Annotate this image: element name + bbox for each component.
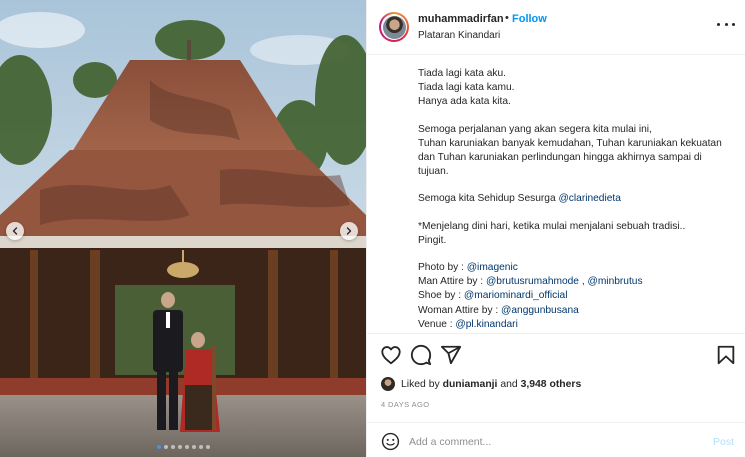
comment-input[interactable]: [409, 432, 689, 451]
likes-prefix: Liked by: [401, 378, 440, 390]
chevron-right-icon: [346, 227, 352, 235]
carousel-dot: [205, 445, 210, 449]
chevron-left-icon: [12, 227, 18, 235]
comment-bar: Post: [367, 422, 745, 457]
carousel-dot: [198, 445, 203, 449]
likes-count-link[interactable]: 3,948 others: [521, 379, 582, 390]
action-bar: [367, 333, 745, 375]
wedding-photo-image: [0, 0, 366, 457]
post-header: muhammadirfan • Follow Plataran Kinandar…: [367, 0, 745, 55]
caption-text: Man Attire by :: [418, 276, 486, 288]
heart-icon[interactable]: [380, 344, 402, 366]
comment-icon[interactable]: [410, 344, 432, 366]
caption-mention-link[interactable]: @anggunbusana: [501, 305, 579, 316]
caption-line: Pingit.: [418, 234, 738, 248]
post-details-panel: muhammadirfan • Follow Plataran Kinandar…: [366, 0, 745, 457]
caption-text: tujuan.: [418, 166, 449, 178]
follow-button[interactable]: Follow: [512, 13, 547, 25]
caption-mention-link[interactable]: @mariominardi_official: [464, 290, 568, 301]
next-slide-button[interactable]: [340, 222, 358, 240]
caption-line: Tuhan karuniakan banyak kemudahan, Tuhan…: [418, 137, 738, 151]
caption-line: Man Attire by : @brutusrumahmode , @minb…: [418, 275, 738, 289]
caption-text: *Menjelang dini hari, ketika mulai menja…: [418, 220, 686, 232]
likes-middle: and: [500, 378, 518, 390]
caption-text: Semoga perjalanan yang akan segera kita …: [418, 123, 652, 135]
caption-line: Tiada lagi kata kamu.: [418, 81, 738, 95]
caption-text: dan Tuhan karuniakan perlindungan hingga…: [418, 152, 702, 164]
liker-avatar[interactable]: [381, 377, 395, 391]
caption-text: Tiada lagi kata aku.: [418, 68, 506, 79]
caption-line: Photo by : @imagenic: [418, 261, 738, 275]
caption-line: dan Tuhan karuniakan perlindungan hingga…: [418, 151, 738, 165]
location-link[interactable]: Plataran Kinandari: [418, 30, 500, 41]
likes-summary: Liked by duniamanji and 3,948 others: [381, 376, 581, 392]
liker-username[interactable]: duniamanji: [443, 379, 498, 390]
caption-text: Shoe by :: [418, 290, 464, 302]
post-caption: Tiada lagi kata aku. Tiada lagi kata kamu…: [418, 67, 738, 330]
caption-mention-link[interactable]: @clarinedieta: [558, 193, 620, 204]
author-username[interactable]: muhammadirfan: [418, 13, 504, 25]
caption-text: Tuhan karuniakan banyak kemudahan, Tuhan…: [418, 137, 722, 149]
caption-text: Photo by :: [418, 262, 467, 274]
caption-line: Venue : @pl.kinandari: [418, 318, 738, 330]
emoji-icon[interactable]: [381, 432, 400, 451]
previous-slide-button[interactable]: [6, 222, 24, 240]
caption-line: Hanya ada kata kita.: [418, 95, 738, 109]
caption-text: Venue :: [418, 318, 456, 330]
more-options-icon[interactable]: [717, 17, 735, 31]
caption-line: Woman Attire by : @anggunbusana: [418, 304, 738, 318]
separator-dot: •: [505, 12, 509, 24]
share-icon[interactable]: [440, 344, 462, 366]
carousel-dot: [170, 445, 175, 449]
carousel-dot: [191, 445, 196, 449]
caption-mention-link[interactable]: @imagenic: [467, 262, 518, 273]
caption-line: tujuan.: [418, 165, 738, 179]
caption-line: *Menjelang dini hari, ketika mulai menja…: [418, 220, 738, 234]
caption-text: Hanya ada kata kita.: [418, 96, 511, 108]
carousel-dot: [163, 445, 168, 449]
caption-line: Semoga kita Sehidup Sesurga @clarinediet…: [418, 192, 738, 206]
caption-line: Tiada lagi kata aku.: [418, 67, 738, 81]
caption-text: Tiada lagi kata kamu.: [418, 82, 515, 94]
caption-line: Shoe by : @mariominardi_official: [418, 289, 738, 303]
carousel-dot: [184, 445, 189, 449]
caption-mention-link[interactable]: @brutusrumahmode: [486, 276, 579, 287]
avatar[interactable]: [379, 12, 409, 42]
carousel-dot: [177, 445, 182, 449]
post-date[interactable]: 4 DAYS AGO: [381, 400, 429, 409]
caption-text: Semoga kita Sehidup Sesurga: [418, 193, 559, 205]
caption-mention-link[interactable]: @minbrutus: [587, 276, 642, 287]
post-comment-button[interactable]: Post: [713, 436, 734, 448]
bookmark-icon[interactable]: [715, 344, 737, 366]
post-photo[interactable]: [0, 0, 366, 457]
carousel-indicator: [0, 445, 366, 449]
caption-text: Woman Attire by :: [418, 304, 502, 316]
caption-text: Pingit.: [418, 234, 447, 246]
caption-line: Semoga perjalanan yang akan segera kita …: [418, 123, 738, 137]
caption-mention-link[interactable]: @pl.kinandari: [455, 319, 517, 330]
carousel-dot: [156, 445, 161, 449]
